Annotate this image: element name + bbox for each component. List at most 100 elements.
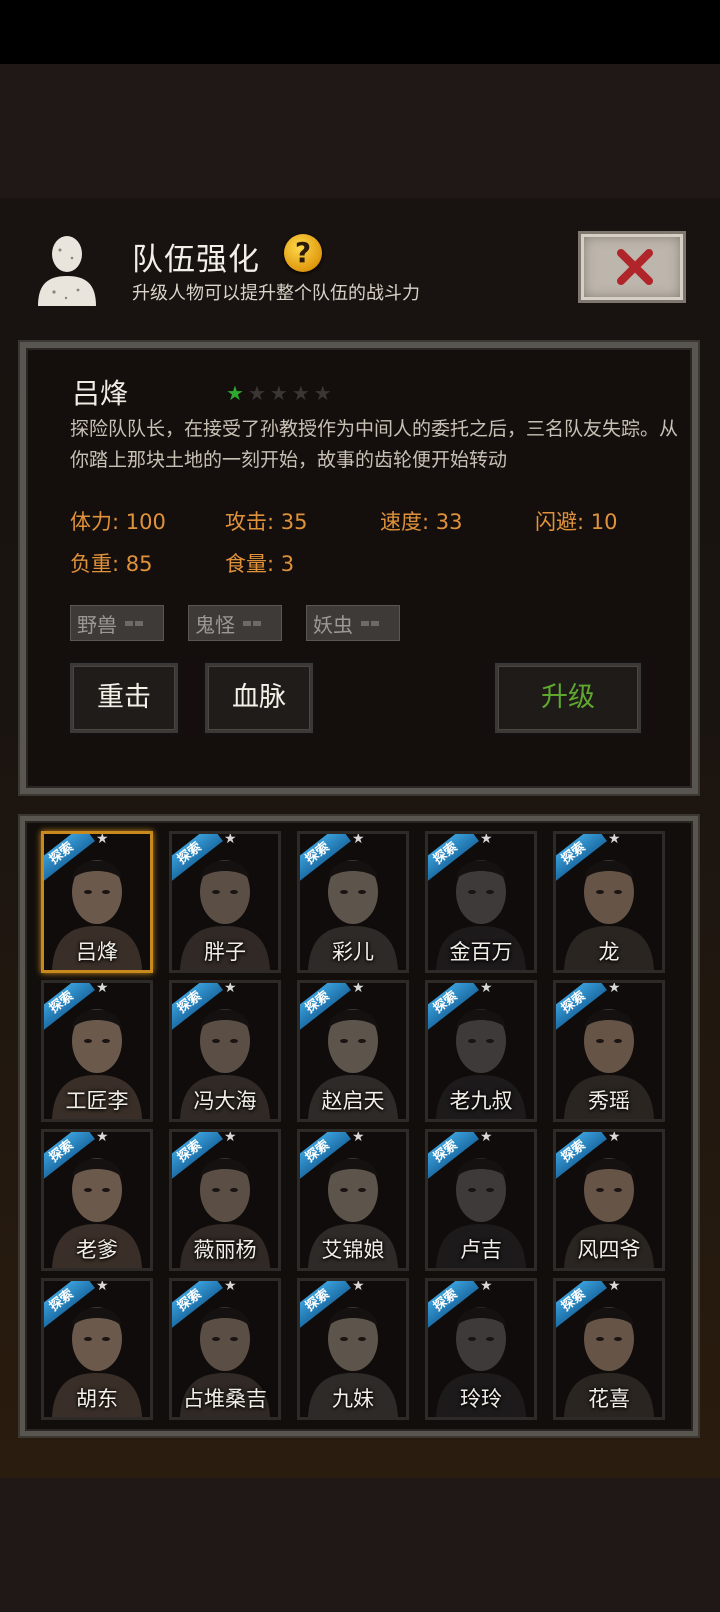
roster-card[interactable]: 探索 ★ 龙 — [553, 831, 665, 973]
team-avatar-icon — [32, 232, 102, 308]
star-rating: ★ ★ ★ ★ ★ — [226, 383, 332, 403]
roster-card-name: 彩儿 — [332, 940, 374, 964]
heavy-strike-button[interactable]: 重击 — [70, 663, 178, 733]
star-icon: ★ — [608, 980, 621, 996]
close-x-icon — [617, 249, 653, 285]
star-icon: ★ — [608, 1129, 621, 1145]
roster-card-name: 胡东 — [76, 1387, 118, 1411]
stat-load: 负重: 85 — [70, 552, 153, 576]
roster-card-name: 老九叔 — [449, 1089, 513, 1113]
roster-card[interactable]: 探索 ★ 花喜 — [553, 1278, 665, 1420]
star-icon: ★ — [480, 980, 493, 996]
roster-card-name: 艾锦娘 — [321, 1238, 385, 1262]
character-name: 吕烽 — [72, 377, 129, 410]
roster-card-name: 卢吉 — [460, 1238, 502, 1262]
star-icon: ★ — [96, 1129, 109, 1145]
help-icon[interactable]: ? — [284, 234, 322, 272]
star-icon: ★ — [352, 831, 365, 847]
trait-tags: 野兽 鬼怪 妖虫 — [70, 605, 400, 641]
roster-card-name: 玲玲 — [460, 1387, 502, 1411]
roster-card-name: 金百万 — [449, 940, 513, 964]
roster-card-name: 吕烽 — [76, 940, 118, 964]
stat-attack: 攻击: 35 — [225, 510, 308, 534]
roster-card-name: 老爹 — [76, 1238, 118, 1262]
roster-card[interactable]: 探索 ★ 薇丽杨 — [169, 1129, 281, 1271]
status-bar — [0, 0, 720, 64]
character-info-frame: 吕烽 ★ ★ ★ ★ ★ 探险队队长，在接受了孙教授作为中间人的委托之后，三名队… — [18, 340, 700, 796]
star-icon: ★ — [96, 980, 109, 996]
tag-beast: 野兽 — [70, 605, 164, 641]
roster-card-name: 占堆桑吉 — [183, 1387, 267, 1411]
character-description: 探险队队长，在接受了孙教授作为中间人的委托之后，三名队友失踪。从你踏上那块土地的… — [70, 418, 679, 471]
backdrop-top — [0, 64, 720, 198]
star-icon: ★ — [352, 1129, 365, 1145]
roster-card[interactable]: 探索 ★ 卢吉 — [425, 1129, 537, 1271]
star-empty-icon: ★ — [247, 381, 266, 405]
roster-card[interactable]: 探索 ★ 九妹 — [297, 1278, 409, 1420]
roster-card[interactable]: 探索 ★ 金百万 — [425, 831, 537, 973]
star-icon: ★ — [608, 831, 621, 847]
roster-card[interactable]: 探索 ★ 彩儿 — [297, 831, 409, 973]
roster-card[interactable]: 探索 ★ 胖子 — [169, 831, 281, 973]
roster-frame: 探索 ★ 吕烽 探索 ★ 胖子 探索 ★ 彩儿 探索 ★ 金百万 探索 ★ 龙探索 ★ 工匠李 探索 ★ 冯大海 探索 ★… — [18, 814, 700, 1438]
close-button[interactable] — [578, 231, 686, 303]
star-icon: ★ — [224, 980, 237, 996]
bloodline-button[interactable]: 血脉 — [205, 663, 313, 733]
character-info: 吕烽 ★ ★ ★ ★ ★ 探险队队长，在接受了孙教授作为中间人的委托之后，三名队… — [26, 348, 692, 788]
star-icon: ★ — [352, 1278, 365, 1294]
roster-card[interactable]: 探索 ★ 冯大海 — [169, 980, 281, 1122]
roster-card-name: 冯大海 — [193, 1089, 257, 1113]
stat-stamina: 体力: 100 — [70, 510, 166, 534]
star-empty-icon: ★ — [269, 381, 288, 405]
page-subtitle: 升级人物可以提升整个队伍的战斗力 — [132, 283, 420, 304]
star-icon: ★ — [480, 831, 493, 847]
star-empty-icon: ★ — [313, 381, 332, 405]
roster-card[interactable]: 探索 ★ 吕烽 — [41, 831, 153, 973]
page-title: 队伍强化 — [132, 242, 260, 278]
roster-grid: 探索 ★ 吕烽 探索 ★ 胖子 探索 ★ 彩儿 探索 ★ 金百万 探索 ★ 龙探索 ★ 工匠李 探索 ★ 冯大海 探索 ★… — [25, 821, 693, 1431]
roster-card[interactable]: 探索 ★ 工匠李 — [41, 980, 153, 1122]
tag-insect: 妖虫 — [306, 605, 400, 641]
tag-level-icon — [125, 620, 143, 626]
backdrop-bottom — [0, 1478, 720, 1612]
roster-card-name: 风四爷 — [577, 1238, 641, 1262]
roster-card-name: 九妹 — [332, 1387, 374, 1411]
tag-label: 野兽 — [77, 612, 117, 637]
star-icon: ★ — [96, 1278, 109, 1294]
roster-card-name: 花喜 — [588, 1387, 630, 1411]
tag-level-icon — [361, 620, 379, 626]
roster-card-name: 秀瑶 — [588, 1089, 630, 1113]
star-filled-icon: ★ — [226, 381, 244, 405]
star-icon: ★ — [608, 1278, 621, 1294]
roster-card[interactable]: 探索 ★ 风四爷 — [553, 1129, 665, 1271]
roster-card[interactable]: 探索 ★ 艾锦娘 — [297, 1129, 409, 1271]
star-icon: ★ — [224, 1278, 237, 1294]
roster-card-name: 工匠李 — [65, 1089, 129, 1113]
star-icon: ★ — [352, 980, 365, 996]
star-icon: ★ — [480, 1129, 493, 1145]
stat-speed: 速度: 33 — [380, 510, 463, 534]
roster-card-name: 赵启天 — [321, 1089, 385, 1113]
roster-card[interactable]: 探索 ★ 赵启天 — [297, 980, 409, 1122]
roster-card-name: 龙 — [598, 940, 620, 964]
roster-card[interactable]: 探索 ★ 老爹 — [41, 1129, 153, 1271]
roster-card-name: 胖子 — [204, 940, 246, 964]
roster-card[interactable]: 探索 ★ 玲玲 — [425, 1278, 537, 1420]
star-icon: ★ — [96, 831, 109, 847]
roster-card-name: 薇丽杨 — [193, 1238, 257, 1262]
star-icon: ★ — [480, 1278, 493, 1294]
tag-label: 鬼怪 — [195, 612, 235, 637]
tag-label: 妖虫 — [313, 612, 353, 637]
roster-card[interactable]: 探索 ★ 秀瑶 — [553, 980, 665, 1122]
upgrade-button[interactable]: 升级 — [495, 663, 641, 733]
stat-food: 食量: 3 — [225, 552, 295, 576]
star-empty-icon: ★ — [291, 381, 310, 405]
roster-card[interactable]: 探索 ★ 占堆桑吉 — [169, 1278, 281, 1420]
star-icon: ★ — [224, 1129, 237, 1145]
tag-ghost: 鬼怪 — [188, 605, 282, 641]
stat-dodge: 闪避: 10 — [535, 510, 618, 534]
roster-card[interactable]: 探索 ★ 胡东 — [41, 1278, 153, 1420]
star-icon: ★ — [224, 831, 237, 847]
tag-level-icon — [243, 620, 261, 626]
roster-card[interactable]: 探索 ★ 老九叔 — [425, 980, 537, 1122]
